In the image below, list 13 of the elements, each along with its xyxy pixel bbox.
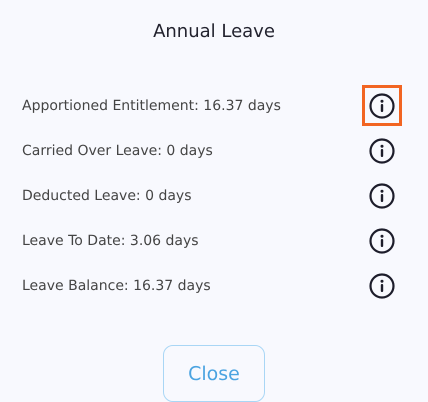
leave-detail: Leave To Date: 3.06 days (22, 232, 199, 248)
dialog-title: Annual Leave (152, 20, 276, 44)
leave-detail: Deducted Leave: 0 days (22, 188, 192, 204)
leave-detail: Carried Over Leave: 0 days (22, 142, 213, 158)
info-icon (369, 182, 395, 208)
info-icon (369, 92, 395, 118)
info-button[interactable] (362, 85, 402, 126)
close-button[interactable]: Close (163, 345, 265, 402)
info-icon (369, 272, 395, 298)
info-icon (369, 228, 395, 254)
leave-detail: Apportioned Entitlement: 16.37 days (22, 98, 281, 114)
leave-detail: Leave Balance: 16.37 days (22, 278, 211, 294)
info-icon (369, 138, 395, 164)
